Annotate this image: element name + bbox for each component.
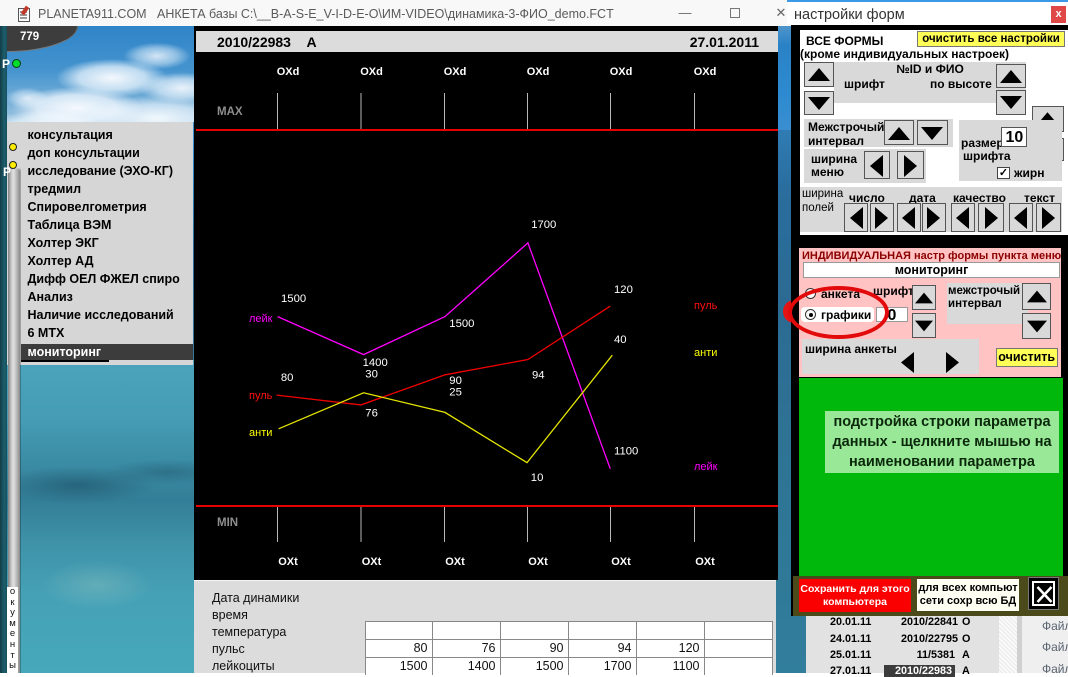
- svg-text:лейк: лейк: [249, 313, 273, 325]
- svg-text:лейк: лейк: [694, 461, 718, 473]
- svg-text:1400: 1400: [363, 357, 388, 369]
- svg-text:OXt: OXt: [445, 556, 465, 568]
- svg-text:94: 94: [532, 370, 545, 382]
- svg-text:40: 40: [614, 334, 627, 346]
- svg-text:анти: анти: [694, 347, 717, 359]
- svg-text:анти: анти: [249, 427, 272, 439]
- svg-text:OXd: OXd: [694, 66, 717, 78]
- svg-text:76: 76: [365, 407, 378, 419]
- svg-text:OXd: OXd: [444, 66, 467, 78]
- svg-text:OXd: OXd: [360, 66, 383, 78]
- svg-text:1500: 1500: [281, 293, 306, 305]
- svg-text:OXt: OXt: [528, 556, 548, 568]
- svg-text:1700: 1700: [531, 219, 556, 231]
- svg-text:OXt: OXt: [278, 556, 298, 568]
- svg-text:OXd: OXd: [527, 66, 550, 78]
- svg-text:1100: 1100: [614, 446, 638, 458]
- svg-text:10: 10: [531, 472, 544, 484]
- svg-text:120: 120: [614, 284, 633, 296]
- svg-text:1500: 1500: [449, 318, 474, 330]
- svg-text:MIN: MIN: [217, 517, 238, 529]
- svg-text:OXd: OXd: [610, 66, 633, 78]
- svg-text:OXd: OXd: [277, 66, 300, 78]
- svg-text:OXt: OXt: [362, 556, 382, 568]
- svg-text:30: 30: [365, 369, 378, 381]
- svg-text:OXt: OXt: [695, 556, 715, 568]
- svg-text:OXt: OXt: [611, 556, 631, 568]
- svg-text:MAX: MAX: [217, 106, 243, 118]
- svg-text:пуль: пуль: [249, 390, 273, 402]
- svg-text:25: 25: [449, 387, 462, 399]
- svg-text:80: 80: [281, 372, 294, 384]
- svg-text:пуль: пуль: [694, 300, 718, 312]
- svg-text:90: 90: [449, 375, 462, 387]
